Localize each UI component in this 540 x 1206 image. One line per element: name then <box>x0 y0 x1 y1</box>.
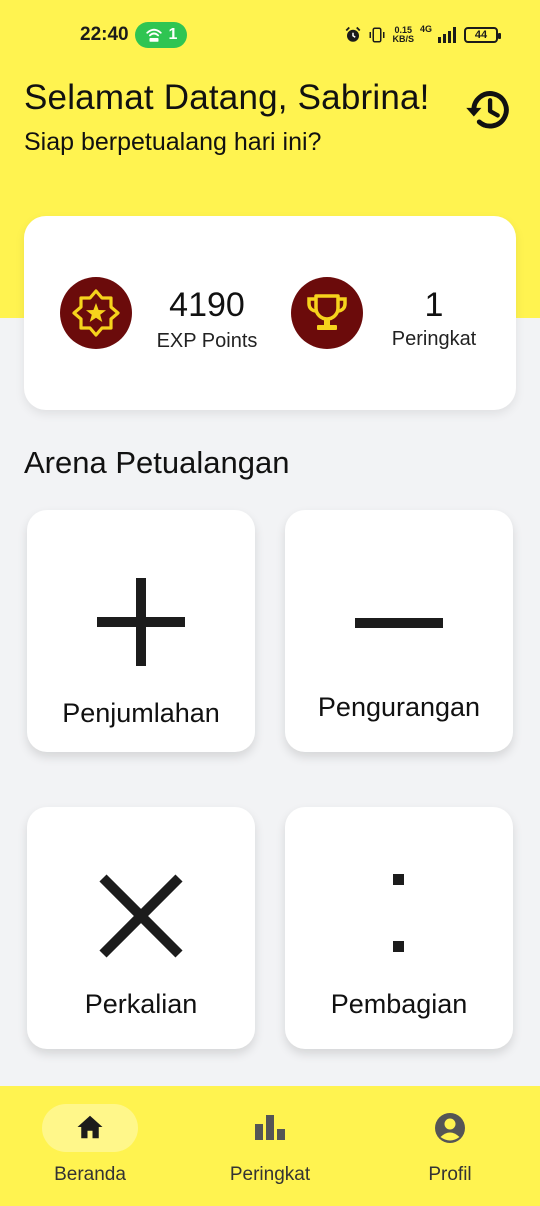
hotspot-count: 1 <box>168 26 178 43</box>
divide-icon <box>393 874 404 952</box>
trophy-icon <box>307 294 347 330</box>
exp-value: 4190 <box>169 286 245 324</box>
division-card[interactable]: Pembagian <box>285 807 513 1049</box>
hotspot-indicator: 1 <box>135 22 187 48</box>
nav-label-beranda: Beranda <box>54 1164 126 1185</box>
addition-label: Penjumlahan <box>62 698 220 728</box>
multiplication-label: Perkalian <box>84 989 198 1019</box>
bar-chart-icon <box>255 1115 285 1140</box>
profile-icon <box>435 1113 465 1143</box>
nav-item-beranda[interactable]: Beranda <box>0 1086 180 1206</box>
rank-label: Peringkat <box>391 328 477 350</box>
hotspot-icon <box>145 28 162 42</box>
rank-value: 1 <box>424 286 444 324</box>
greeting-subtitle: Siap berpetualang hari ini? <box>24 128 322 156</box>
stats-card: 4190 EXP Points 1 Peringkat <box>24 216 516 410</box>
status-time: 22:40 <box>80 24 129 45</box>
nav-label-peringkat: Peringkat <box>229 1164 311 1185</box>
bottom-navigation: Beranda Peringkat Profil <box>0 1086 540 1206</box>
battery-icon: 44 <box>464 27 501 43</box>
exp-label: EXP Points <box>156 330 258 352</box>
addition-card[interactable]: Penjumlahan <box>27 510 255 752</box>
subtraction-card[interactable]: Pengurangan <box>285 510 513 752</box>
multiplication-card[interactable]: Perkalian <box>27 807 255 1049</box>
history-icon <box>466 91 509 129</box>
plus-icon <box>97 578 185 666</box>
history-button[interactable] <box>463 84 515 136</box>
rank-badge <box>291 277 363 349</box>
nav-label-profil: Profil <box>428 1164 472 1185</box>
arena-title: Arena Petualangan <box>24 445 290 480</box>
greeting-title: Selamat Datang, Sabrina! <box>24 78 430 117</box>
net-speed-unit: KB/S <box>392 34 414 44</box>
division-label: Pembagian <box>330 989 468 1019</box>
minus-icon <box>355 618 443 628</box>
network-type: 4G <box>419 24 432 34</box>
signal-icon <box>438 27 456 43</box>
nav-item-peringkat[interactable]: Peringkat <box>180 1086 360 1206</box>
alarm-icon <box>346 26 361 42</box>
star-badge-icon <box>72 289 120 337</box>
subtraction-label: Pengurangan <box>317 692 481 722</box>
exp-badge <box>60 277 132 349</box>
net-speed: 0.15 KB/S <box>392 26 414 44</box>
status-icons: 0.15 KB/S 4G 44 <box>344 22 501 48</box>
status-bar: 22:40 1 0.15 KB/S 4G 44 <box>0 0 540 70</box>
home-icon <box>77 1115 103 1139</box>
nav-item-profil[interactable]: Profil <box>360 1086 540 1206</box>
multiply-icon <box>99 874 183 958</box>
vibrate-icon <box>369 27 385 43</box>
